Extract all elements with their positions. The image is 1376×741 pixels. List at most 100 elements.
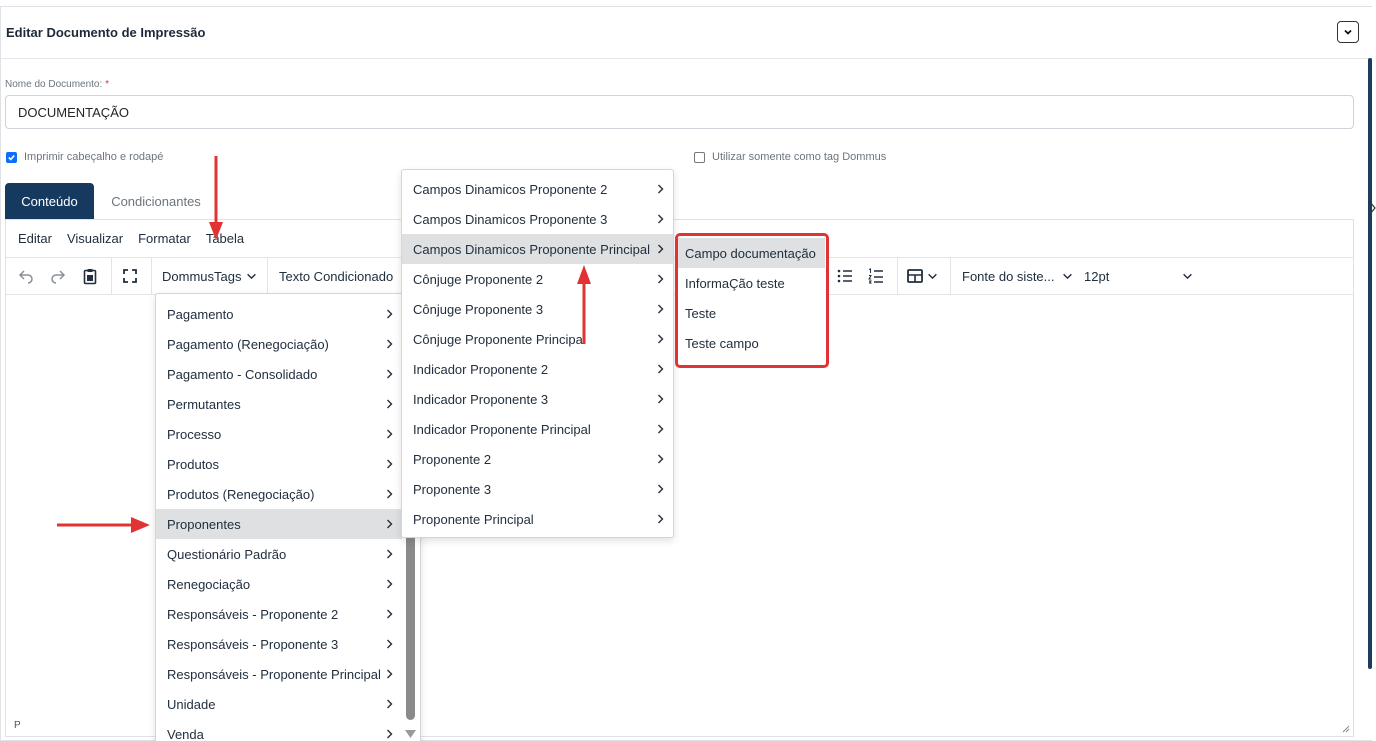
chevron-down-icon [1344, 29, 1352, 35]
table-icon [907, 269, 923, 283]
menu-item-responsaveis-proponente-principal[interactable]: Responsáveis - Proponente Principal [156, 659, 402, 689]
submenu-item-indicador-proponente-2[interactable]: Indicador Proponente 2 [402, 354, 673, 384]
paste-button[interactable] [81, 258, 99, 294]
menu-item-responsaveis-proponente-3[interactable]: Responsáveis - Proponente 3 [156, 629, 402, 659]
chevron-right-icon [658, 184, 664, 194]
table-dropdown[interactable] [906, 258, 938, 294]
chevron-down-icon [247, 273, 257, 279]
field-item-campo-documentacao[interactable]: Campo documentação [678, 238, 825, 268]
menu-item-processo[interactable]: Processo [156, 419, 402, 449]
page-scrollbar[interactable] [1368, 58, 1372, 669]
menu-item-venda[interactable]: Venda [156, 719, 402, 741]
campos-dinamicos-submenu: Campo documentação InformaÇão teste Test… [675, 233, 828, 367]
menu-tabela[interactable]: Tabela [206, 231, 244, 246]
font-family-dropdown[interactable]: Fonte do siste... [962, 258, 1073, 294]
chevron-down-icon [1183, 273, 1192, 279]
chevron-right-icon [658, 484, 664, 494]
field-item-teste[interactable]: Teste [678, 298, 825, 328]
menu-editar[interactable]: Editar [18, 231, 52, 246]
print-header-footer-label: Imprimir cabeçalho e rodapé [24, 151, 164, 163]
submenu-item-conjuge-proponente-3[interactable]: Cônjuge Proponente 3 [402, 294, 673, 324]
numbered-list-button[interactable] [867, 258, 885, 294]
only-tag-label: Utilizar somente como tag Dommus [712, 151, 887, 163]
fullscreen-button[interactable] [121, 258, 139, 294]
chevron-right-icon [658, 454, 664, 464]
chevron-right-icon [387, 699, 393, 709]
submenu-item-campos-dinamicos-proponente-2[interactable]: Campos Dinamicos Proponente 2 [402, 174, 673, 204]
menu-item-unidade[interactable]: Unidade [156, 689, 402, 719]
menu-item-produtos[interactable]: Produtos [156, 449, 402, 479]
chevron-right-icon [387, 459, 393, 469]
submenu-item-conjuge-proponente-principal[interactable]: Cônjuge Proponente Principal [402, 324, 673, 354]
font-size-dropdown[interactable]: 12pt [1084, 258, 1194, 294]
toolbar-divider [267, 258, 268, 294]
submenu-item-conjuge-proponente-2[interactable]: Cônjuge Proponente 2 [402, 264, 673, 294]
proponentes-submenu: Campos Dinamicos Proponente 2 Campos Din… [401, 169, 674, 538]
card-header: Editar Documento de Impressão [1, 7, 1373, 59]
only-tag-option[interactable]: Utilizar somente como tag Dommus [694, 151, 886, 163]
tab-conteudo[interactable]: Conteúdo [5, 183, 94, 219]
undo-icon [18, 270, 33, 284]
menu-item-questionario-padrao[interactable]: Questionário Padrão [156, 539, 402, 569]
submenu-item-campos-dinamicos-proponente-3[interactable]: Campos Dinamicos Proponente 3 [402, 204, 673, 234]
scroll-down-arrow-icon[interactable] [405, 730, 416, 739]
clipboard-icon [83, 269, 97, 285]
chevron-right-icon [387, 339, 393, 349]
checkmark-icon [8, 154, 15, 161]
chevron-right-icon [387, 609, 393, 619]
chevron-right-icon [658, 214, 664, 224]
toolbar-divider [897, 258, 898, 294]
toolbar-divider [151, 258, 152, 294]
document-name-input[interactable] [5, 95, 1354, 129]
texto-condicionado-button[interactable]: Texto Condicionado [279, 258, 393, 294]
chevron-right-icon [1369, 201, 1376, 215]
fullscreen-icon [123, 269, 137, 283]
menu-item-renegociacao[interactable]: Renegociação [156, 569, 402, 599]
only-tag-checkbox[interactable] [694, 151, 705, 163]
undo-button[interactable] [17, 258, 35, 294]
chevron-right-icon [387, 549, 393, 559]
submenu-item-proponente-3[interactable]: Proponente 3 [402, 474, 673, 504]
field-item-informacao-teste[interactable]: InformaÇão teste [678, 268, 825, 298]
menu-item-proponentes[interactable]: Proponentes [156, 509, 402, 539]
font-family-value: Fonte do siste... [962, 268, 1055, 284]
chevron-right-icon [658, 394, 664, 404]
chevron-right-icon [658, 424, 664, 434]
menu-item-responsaveis-proponente-2[interactable]: Responsáveis - Proponente 2 [156, 599, 402, 629]
submenu-item-proponente-2[interactable]: Proponente 2 [402, 444, 673, 474]
submenu-item-indicador-proponente-3[interactable]: Indicador Proponente 3 [402, 384, 673, 414]
chevron-right-icon [387, 489, 393, 499]
menu-item-pagamento[interactable]: Pagamento [156, 299, 402, 329]
print-header-footer-checkbox[interactable] [6, 151, 17, 163]
menu-item-pagamento-renegociacao[interactable]: Pagamento (Renegociação) [156, 329, 402, 359]
menu-item-pagamento-consolidado[interactable]: Pagamento - Consolidado [156, 359, 402, 389]
chevron-right-icon [658, 364, 664, 374]
document-name-label: Nome do Documento: * [5, 79, 109, 90]
dommus-tags-menu: Pagamento Pagamento (Renegociação) Pagam… [155, 293, 421, 741]
chevron-right-icon [658, 514, 664, 524]
redo-icon [51, 270, 66, 284]
menu-item-permutantes[interactable]: Permutantes [156, 389, 402, 419]
print-header-footer-option[interactable]: Imprimir cabeçalho e rodapé [6, 151, 163, 163]
chevron-right-icon [387, 399, 393, 409]
chevron-down-icon [928, 273, 937, 279]
dommus-tags-label: DommusTags [162, 268, 242, 284]
menu-visualizar[interactable]: Visualizar [67, 231, 123, 246]
submenu-item-indicador-proponente-principal[interactable]: Indicador Proponente Principal [402, 414, 673, 444]
dommus-tags-dropdown[interactable]: DommusTags [162, 258, 257, 294]
submenu-item-proponente-principal[interactable]: Proponente Principal [402, 504, 673, 534]
chevron-right-icon [387, 669, 393, 679]
menu-item-produtos-renegociacao[interactable]: Produtos (Renegociação) [156, 479, 402, 509]
tab-condicionantes[interactable]: Condicionantes [100, 183, 212, 219]
chevron-right-icon [387, 729, 393, 739]
menu-scrollbar-thumb[interactable] [406, 534, 415, 720]
field-item-teste-campo[interactable]: Teste campo [678, 328, 825, 358]
resize-handle-icon[interactable] [1342, 725, 1350, 733]
bullet-list-button[interactable] [836, 258, 854, 294]
redo-button[interactable] [49, 258, 67, 294]
collapse-button[interactable] [1337, 21, 1359, 43]
font-size-value: 12pt [1084, 268, 1110, 284]
chevron-right-icon [387, 429, 393, 439]
submenu-item-campos-dinamicos-proponente-principal[interactable]: Campos Dinamicos Proponente Principal [402, 234, 673, 264]
menu-formatar[interactable]: Formatar [138, 231, 191, 246]
